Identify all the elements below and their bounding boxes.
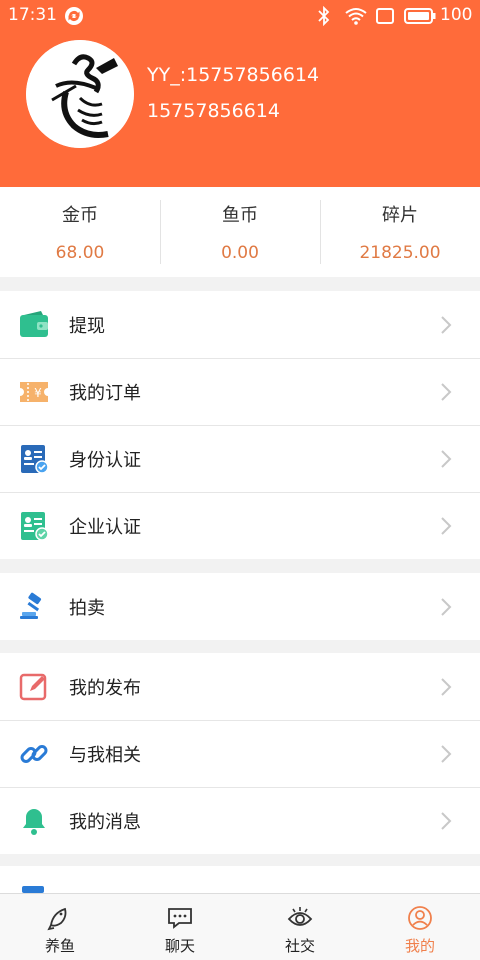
menu-item-label: 我的发布 — [69, 677, 141, 699]
chat-icon — [168, 908, 192, 929]
menu-item-orders[interactable]: ¥ 我的订单 — [0, 358, 480, 425]
menu-item-my-posts[interactable]: 我的发布 — [0, 653, 480, 720]
status-bar: 17:31 100 — [0, 0, 480, 32]
partial-item-icon — [22, 886, 44, 893]
tab-label: 聊天 — [164, 937, 195, 955]
user-name: YY_:15757856614 — [147, 64, 320, 86]
balance-fishcoin[interactable]: 鱼币 0.00 — [160, 187, 320, 277]
user-circle-icon — [408, 906, 432, 930]
chevron-right-icon — [441, 383, 452, 401]
user-phone: 15757856614 — [147, 100, 280, 122]
menu-item-label: 与我相关 — [69, 745, 141, 766]
chevron-right-icon — [441, 745, 452, 763]
bell-icon — [23, 809, 45, 835]
id-card-icon — [21, 445, 49, 474]
menu-item-identity-verification[interactable]: 身份认证 — [0, 425, 480, 492]
menu-item-my-messages[interactable]: 我的消息 — [0, 787, 480, 854]
menu-item-withdraw[interactable]: 提现 — [0, 291, 480, 358]
balance-gold[interactable]: 金币 68.00 — [0, 187, 160, 277]
wifi-icon — [345, 8, 367, 25]
chevron-right-icon — [441, 677, 452, 696]
battery-level: 100 — [440, 5, 473, 25]
battery-icon — [404, 8, 436, 24]
menu-item-enterprise-verification[interactable]: 企业认证 — [0, 492, 480, 559]
profile-header: 17:31 100 YY_:15757856614 15757856614 — [0, 0, 480, 187]
order-ticket-icon: ¥ — [20, 382, 48, 402]
tab-chat[interactable]: 聊天 — [120, 894, 240, 960]
menu-group-account: 提现 ¥ 我的订单 身份认证 企业认证 — [0, 291, 480, 559]
balance-label: 鱼币 — [222, 205, 258, 226]
svg-text:¥: ¥ — [34, 386, 42, 400]
link-icon — [20, 745, 48, 763]
balance-value: 0.00 — [221, 243, 259, 263]
avatar-image — [26, 40, 134, 148]
avatar[interactable] — [26, 40, 134, 148]
menu-item-label: 拍卖 — [69, 597, 105, 619]
menu-group-auction: 拍卖 — [0, 573, 480, 640]
screen-icon — [376, 8, 394, 24]
balance-value: 21825.00 — [359, 243, 441, 263]
chevron-right-icon — [441, 812, 452, 830]
bottom-tab-bar: 养鱼 聊天 社交 我的 — [0, 893, 480, 960]
chevron-right-icon — [441, 450, 452, 468]
menu-item-related-to-me[interactable]: 与我相关 — [0, 720, 480, 787]
sync-icon — [65, 7, 83, 25]
menu-group-social: 我的发布 与我相关 我的消息 — [0, 653, 480, 854]
auction-gavel-icon — [20, 592, 42, 619]
menu-item-auction[interactable]: 拍卖 — [0, 573, 480, 640]
chevron-right-icon — [441, 597, 452, 616]
edit-post-icon — [19, 673, 47, 700]
tab-label: 社交 — [284, 937, 315, 955]
menu-item-label: 我的消息 — [69, 812, 141, 833]
menu-item-label: 身份认证 — [69, 450, 141, 471]
bluetooth-icon — [318, 6, 330, 26]
menu-item-label: 企业认证 — [69, 517, 141, 538]
chevron-right-icon — [441, 315, 452, 334]
tab-social[interactable]: 社交 — [240, 894, 360, 960]
chevron-right-icon — [441, 517, 452, 535]
enterprise-cert-icon — [21, 512, 49, 541]
wallet-icon — [20, 310, 48, 337]
tab-label: 我的 — [404, 937, 435, 955]
tab-fish[interactable]: 养鱼 — [0, 894, 120, 960]
balance-label: 金币 — [62, 205, 98, 226]
menu-group-partial — [0, 866, 480, 893]
menu-item-label: 我的订单 — [69, 383, 141, 404]
tab-label: 养鱼 — [44, 937, 75, 955]
menu-item-label: 提现 — [69, 315, 105, 337]
eye-icon — [287, 907, 313, 926]
balance-value: 68.00 — [55, 243, 105, 263]
status-time: 17:31 — [8, 5, 57, 25]
tab-mine[interactable]: 我的 — [360, 894, 480, 960]
balance-panel: 金币 68.00 鱼币 0.00 碎片 21825.00 — [0, 187, 480, 277]
balance-fragments[interactable]: 碎片 21825.00 — [320, 187, 480, 277]
fish-icon — [47, 907, 67, 931]
balance-label: 碎片 — [382, 205, 418, 226]
